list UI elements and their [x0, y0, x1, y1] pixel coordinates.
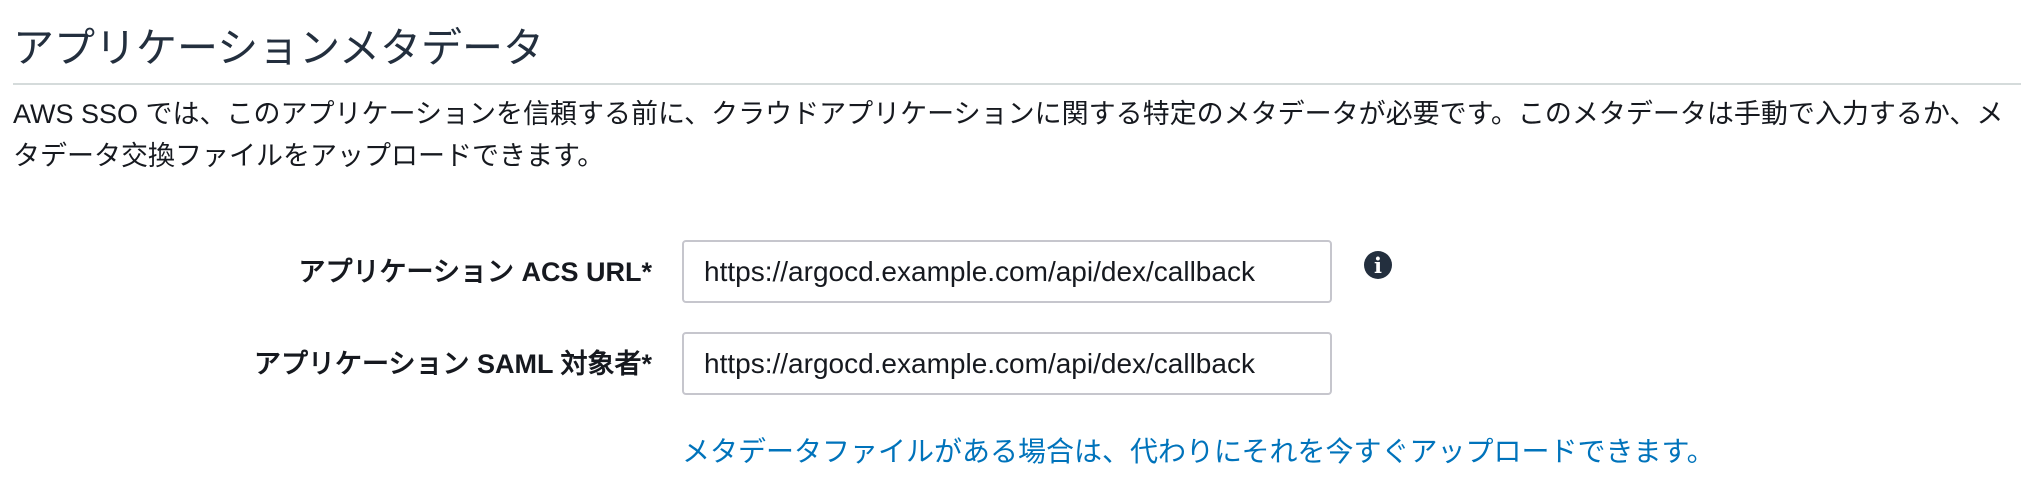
- acs-url-input[interactable]: [682, 240, 1332, 303]
- section-description: AWS SSO では、このアプリケーションを信頼する前に、クラウドアプリケーショ…: [13, 99, 2004, 171]
- info-icon[interactable]: i: [1364, 251, 1392, 279]
- acs-url-label: アプリケーション ACS URL*: [298, 257, 652, 287]
- section-divider: [13, 83, 2021, 85]
- saml-audience-input[interactable]: [682, 332, 1332, 395]
- saml-audience-row: アプリケーション SAML 対象者*: [0, 332, 2034, 396]
- acs-url-row: アプリケーション ACS URL* i: [0, 240, 2034, 304]
- upload-metadata-file-link[interactable]: メタデータファイルがある場合は、代わりにそれを今すぐアップロードできます。: [682, 430, 1715, 474]
- section-title: アプリケーションメタデータ: [13, 25, 544, 71]
- saml-audience-label: アプリケーション SAML 対象者*: [254, 349, 652, 379]
